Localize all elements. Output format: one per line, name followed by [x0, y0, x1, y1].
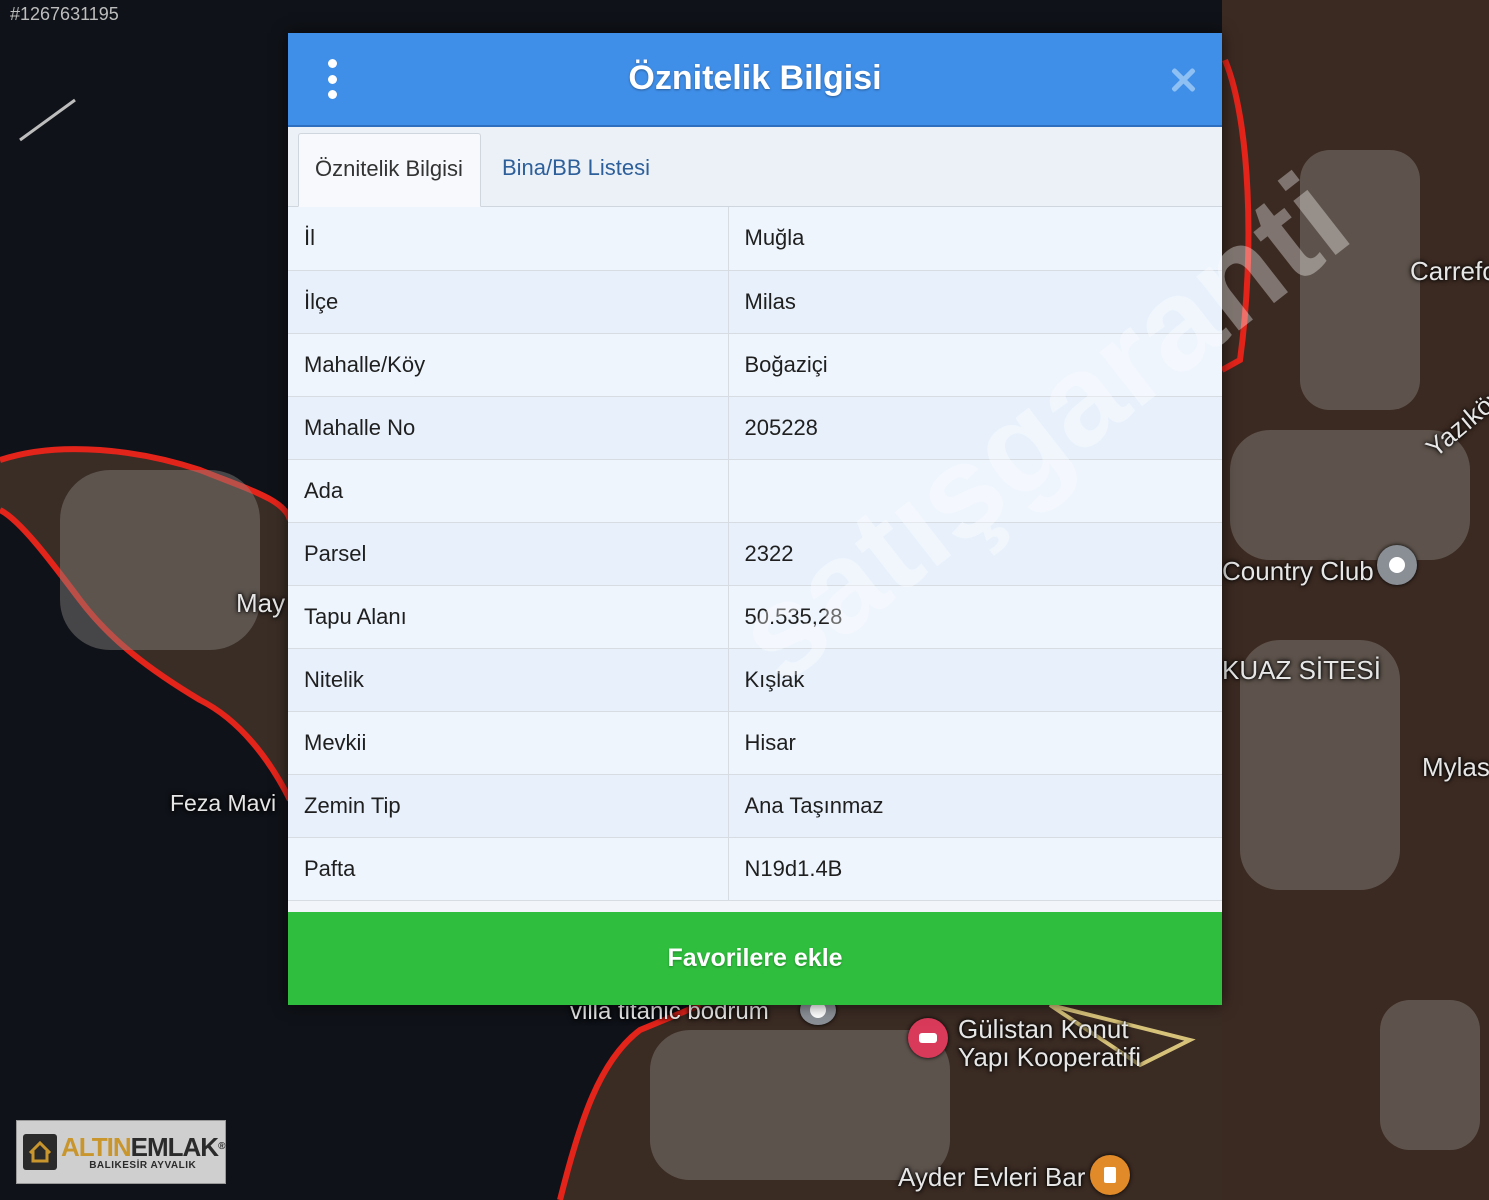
table-row: İl Muğla	[288, 207, 1222, 271]
attribute-table: İl Muğla İlçe Milas Mahalle/Köy Boğaziçi Ma…	[288, 207, 1222, 901]
row-key: Tapu Alanı	[288, 585, 729, 649]
row-key: Ada	[288, 459, 729, 523]
map-label-country-club[interactable]: Country Club	[1222, 556, 1374, 587]
table-row: İlçe Milas	[288, 270, 1222, 334]
map-label-may[interactable]: May	[236, 588, 285, 619]
row-value: Boğaziçi	[728, 333, 1222, 397]
attribute-info-dialog: Öznitelik Bilgisi Öznitelik Bilgisi Bina…	[288, 33, 1374, 1005]
row-value: Hisar	[728, 711, 1222, 775]
row-key: Mahalle/Köy	[288, 333, 729, 397]
row-value: 205228	[728, 396, 1222, 460]
logo-brand: ALTINEMLAK®	[61, 1131, 226, 1162]
table-row: Parsel 2322	[288, 522, 1222, 586]
tab-building-list[interactable]: Bina/BB Listesi	[486, 133, 666, 205]
map-label-gulistan-line1[interactable]: Gülistan Konut	[958, 1014, 1129, 1045]
table-row: Nitelik Kışlak	[288, 648, 1222, 712]
row-key: İlçe	[288, 270, 729, 334]
row-value: 2322	[728, 522, 1222, 586]
table-row: Mahalle No 205228	[288, 396, 1222, 460]
row-value: Ana Taşınmaz	[728, 774, 1222, 838]
table-row: Mevkii Hisar	[288, 711, 1222, 775]
logo-subtitle: BALIKESİR AYVALIK	[89, 1159, 197, 1171]
row-value: Milas	[728, 270, 1222, 334]
row-key: Mahalle No	[288, 396, 729, 460]
row-value: Muğla	[728, 207, 1222, 271]
logo-brand-altin: ALTIN	[61, 1131, 132, 1162]
tab-bar: Öznitelik Bilgisi Bina/BB Listesi	[288, 127, 1222, 207]
row-key: Nitelik	[288, 648, 729, 712]
house-logo-icon	[23, 1134, 57, 1170]
table-row: Zemin Tip Ana Taşınmaz	[288, 774, 1222, 838]
map-label-ayder-evleri-bar[interactable]: Ayder Evleri Bar	[898, 1162, 1085, 1193]
tab-attribute-info[interactable]: Öznitelik Bilgisi	[298, 133, 481, 207]
row-value: N19d1.4B	[728, 837, 1222, 901]
bar-pin-icon[interactable]	[1090, 1155, 1130, 1195]
hotel-pin-icon[interactable]	[908, 1018, 948, 1058]
table-row: Tapu Alanı 50.535,28	[288, 585, 1222, 649]
row-key: Pafta	[288, 837, 729, 901]
image-id-label: #1267631195	[10, 4, 119, 24]
row-value: 50.535,28	[728, 585, 1222, 649]
table-row: Mahalle/Köy Boğaziçi	[288, 333, 1222, 397]
close-icon[interactable]	[1170, 67, 1196, 93]
add-to-favorites-button[interactable]: Favorilere ekle	[288, 912, 1222, 1005]
row-key: Zemin Tip	[288, 774, 729, 838]
dialog-title: Öznitelik Bilgisi	[628, 59, 882, 97]
logo-brand-emlak: EMLAK	[130, 1131, 219, 1162]
logo-text: ALTINEMLAK® BALIKESİR AYVALIK	[61, 1131, 226, 1171]
row-key: Parsel	[288, 522, 729, 586]
map-label-carrefour[interactable]: Carrefo	[1410, 256, 1489, 287]
map-label-kuaz-sitesi[interactable]: KUAZ SİTESİ	[1222, 655, 1381, 686]
map-label-gulistan-line2[interactable]: Yapı Kooperatifi	[958, 1042, 1141, 1073]
row-value: Kışlak	[728, 648, 1222, 712]
row-key: İl	[288, 207, 729, 271]
altin-emlak-logo: ALTINEMLAK® BALIKESİR AYVALIK	[16, 1120, 226, 1184]
row-value	[728, 459, 1222, 523]
row-key: Mevkii	[288, 711, 729, 775]
table-row: Pafta N19d1.4B	[288, 837, 1222, 901]
map-label-mylas[interactable]: Mylas	[1422, 752, 1489, 783]
table-row: Ada	[288, 459, 1222, 523]
logo-registered-mark: ®	[218, 1140, 225, 1152]
map-label-feza-mavi[interactable]: Feza Mavi	[170, 790, 276, 817]
location-pin-icon[interactable]	[1377, 545, 1417, 585]
dialog-header: Öznitelik Bilgisi	[288, 33, 1222, 127]
